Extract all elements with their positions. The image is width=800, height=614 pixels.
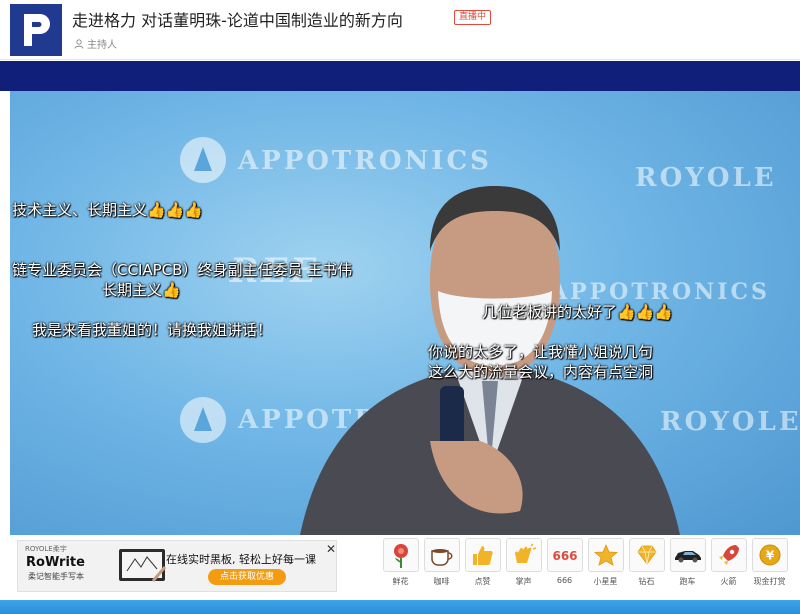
gift-diamond[interactable]: 钻石 [628, 538, 665, 594]
svg-text:¥: ¥ [765, 549, 774, 563]
live-status-badge: 直播中 [454, 10, 492, 25]
gift-label: 掌声 [515, 577, 532, 586]
ad-description: 在线实时黑板, 轻松上好每一课 [166, 553, 316, 566]
host-info[interactable]: 主持人 [74, 36, 117, 51]
sports-car-icon [669, 538, 706, 572]
cash-tip-icon: ¥ [751, 538, 788, 572]
p-logo-icon [24, 14, 50, 46]
stream-title: 走进格力 对话董明珠-论道中国制造业的新方向 [72, 11, 403, 30]
gift-coffee[interactable]: 咖啡 [423, 538, 460, 594]
bottom-band [0, 600, 800, 614]
flower-icon [382, 538, 419, 572]
gift-label: 钻石 [638, 577, 655, 586]
page-header: 走进格力 对话董明珠-论道中国制造业的新方向 直播中 主持人 [0, 0, 800, 60]
gift-label: 点赞 [474, 577, 491, 586]
ad-product-name: RoWrite [26, 555, 85, 570]
ad-banner[interactable]: ROYOLE柔宇 RoWrite 柔记智能手写本 在线实时黑板, 轻松上好每一课… [17, 540, 337, 592]
diamond-icon [628, 538, 665, 572]
danmu-comment: 几位老板讲的太好了👍👍👍 [482, 303, 674, 321]
ad-cta-button[interactable]: 点击获取优惠 [208, 569, 286, 585]
gift-label: 666 [556, 576, 573, 585]
danmu-comment: 技术主义、长期主义👍👍👍 [12, 201, 204, 219]
gift-cash-tip[interactable]: ¥ 现金打赏 [751, 538, 788, 594]
video-player[interactable]: APPOTRONICS ROYOLE APPOTRONICS ROYOLE AP… [10, 91, 800, 535]
gift-rocket[interactable]: 火箭 [710, 538, 747, 594]
gift-label: 咖啡 [433, 577, 450, 586]
gift-label: 小星星 [593, 577, 618, 586]
gift-666[interactable]: 666 666 [546, 538, 583, 594]
gift-flower[interactable]: 鲜花 [382, 538, 419, 594]
666-icon: 666 [546, 538, 583, 572]
gift-label: 火箭 [720, 577, 737, 586]
ad-product-subtitle: 柔记智能手写本 [28, 572, 84, 581]
appotronics-logo-icon [180, 137, 226, 183]
tablet-device-icon [119, 549, 167, 582]
channel-logo[interactable] [10, 4, 62, 56]
gift-applause[interactable]: 掌声 [505, 538, 542, 594]
gift-like[interactable]: 点赞 [464, 538, 501, 594]
speaker-figure [300, 186, 680, 535]
gift-panel: 鲜花 咖啡 点赞 掌声 666 666 小星星 钻石 跑车 火箭 ¥ 现金打赏 [382, 538, 797, 594]
danmu-comment: 这么大的流量会议，内容有点空洞 [428, 363, 654, 381]
danmu-comment: 我是来看我董姐的！请换我姐讲话！ [32, 321, 273, 339]
star-icon [587, 538, 624, 572]
rocket-icon [710, 538, 747, 572]
danmu-comment: 你说的太多了，让我懂小姐说几句 [428, 343, 654, 361]
gift-star[interactable]: 小星星 [587, 538, 624, 594]
thumbs-up-icon [464, 538, 501, 572]
player-top-band [0, 61, 800, 91]
gift-label: 跑车 [679, 577, 696, 586]
coffee-icon [423, 538, 460, 572]
gift-sports-car[interactable]: 跑车 [669, 538, 706, 594]
gift-label: 鲜花 [392, 577, 409, 586]
user-icon [74, 38, 84, 49]
clap-icon [505, 538, 542, 572]
host-label: 主持人 [87, 40, 117, 51]
ad-brand: ROYOLE柔宇 [25, 545, 67, 553]
gift-label: 现金打赏 [753, 577, 786, 586]
danmu-comment: 链专业委员会（CCIAPCB）终身副主任委员 王书伟 [12, 261, 353, 279]
danmu-comment: 长期主义👍 [102, 281, 181, 299]
svg-text:666: 666 [552, 549, 577, 563]
appotronics-logo-icon [180, 397, 226, 443]
close-icon[interactable]: ✕ [326, 542, 336, 556]
